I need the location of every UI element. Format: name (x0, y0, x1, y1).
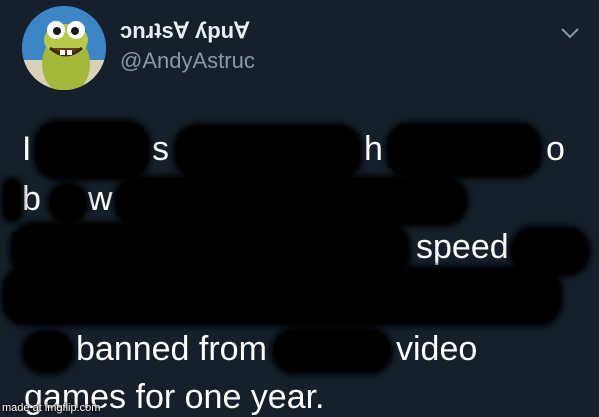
cartoon-fish-avatar-icon (22, 6, 106, 90)
tweet-text-fragment: b (22, 180, 41, 218)
imgflip-watermark: made at imgflip.com (2, 402, 101, 414)
display-name[interactable]: ɔnɹʇs∀ ʎpu∀ (120, 18, 249, 44)
redaction-blot (24, 332, 72, 372)
redaction-blot (50, 184, 86, 222)
tweet-text-fragment: speed (416, 228, 509, 266)
redaction-blot (274, 330, 390, 372)
tweet-card: ɔnɹʇs∀ ʎpu∀ @AndyAstruc I s h o b w spee… (0, 0, 599, 417)
user-handle[interactable]: @AndyAstruc (120, 48, 255, 74)
redaction-blot (4, 268, 560, 324)
tweet-text-fragment: I (22, 130, 32, 168)
tweet-text-fragment: o (546, 130, 565, 168)
redaction-blot (4, 180, 20, 220)
avatar[interactable] (22, 6, 106, 90)
tweet-text-fragment: video (396, 330, 478, 368)
redaction-blot (388, 124, 540, 176)
tweet-text-fragment: w (88, 180, 113, 218)
redaction-blot (176, 126, 360, 178)
tweet-text-fragment: s (152, 130, 169, 168)
redaction-blot (116, 178, 466, 224)
tweet-text-fragment: banned from (76, 330, 267, 368)
tweet-text-fragment: h (364, 130, 383, 168)
redaction-blot (36, 122, 148, 178)
chevron-down-icon[interactable] (560, 26, 580, 40)
